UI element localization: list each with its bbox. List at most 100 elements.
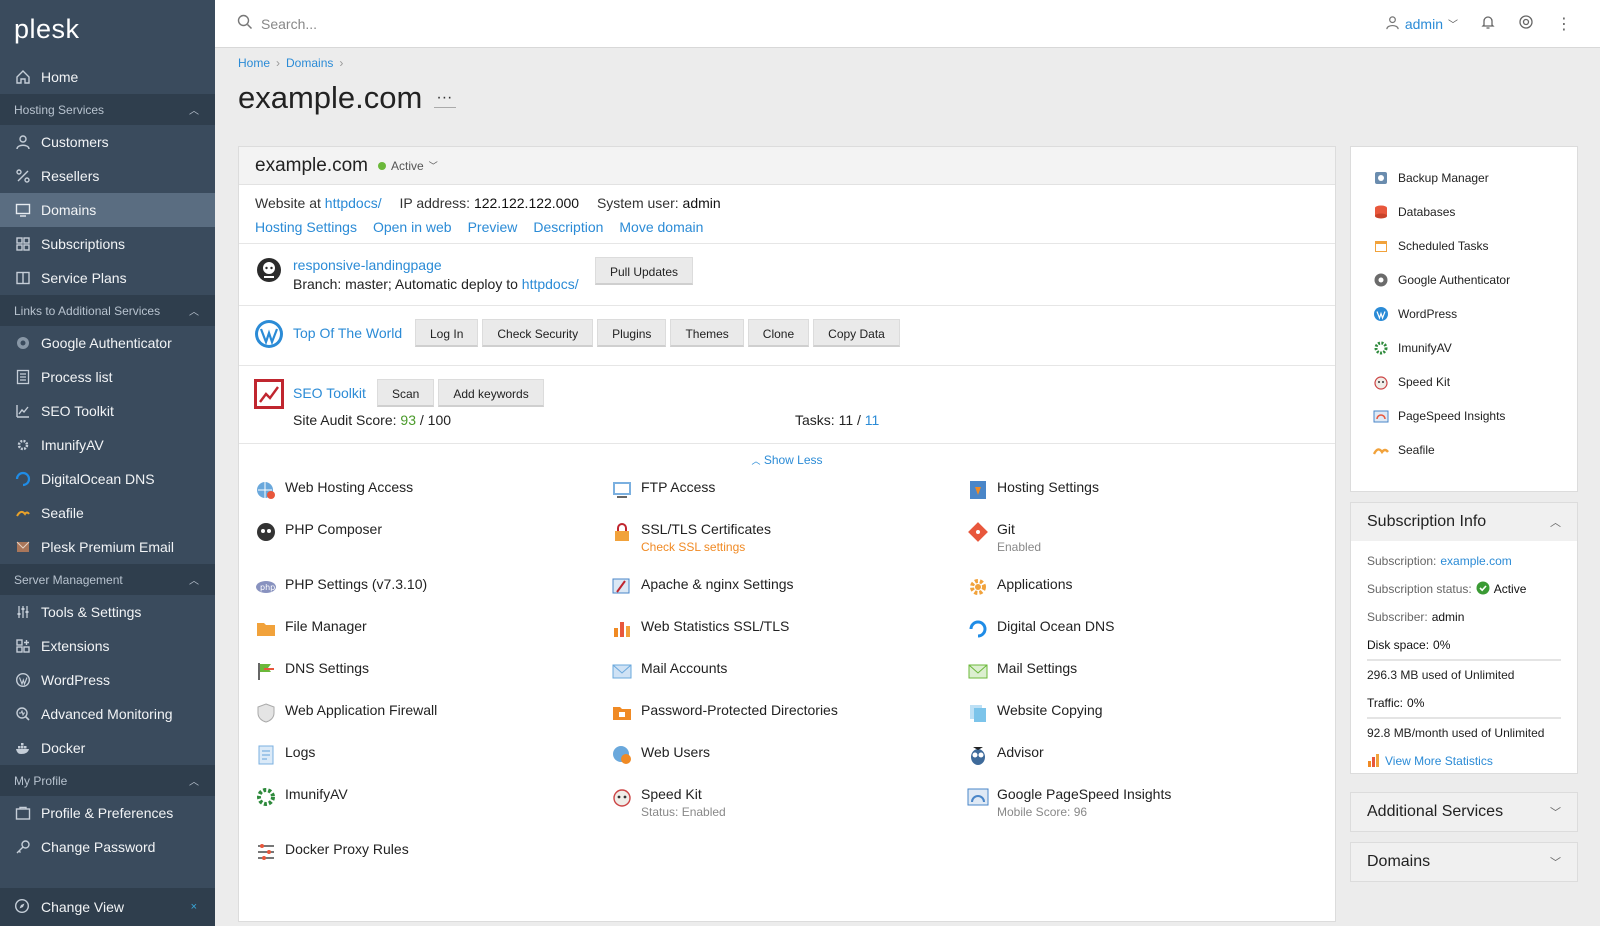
tool-digital-ocean-dns[interactable]: Digital Ocean DNS xyxy=(967,618,1115,640)
nav-advanced-monitoring[interactable]: Advanced Monitoring xyxy=(0,697,215,731)
wp-check-security-button[interactable]: Check Security xyxy=(482,319,594,347)
tool-speed-kit[interactable]: Speed Kit Status: Enabled xyxy=(611,786,726,819)
tool-web-users[interactable]: Web Users xyxy=(611,744,710,766)
domains-panel[interactable]: Domains ﹀ xyxy=(1350,842,1578,882)
ql-speed-kit[interactable]: Speed Kit xyxy=(1373,365,1577,399)
view-more-statistics-link[interactable]: View More Statistics xyxy=(1385,754,1493,768)
help-lifebuoy-icon[interactable] xyxy=(1518,14,1534,33)
collapse-icon[interactable]: × xyxy=(191,901,197,913)
description-link[interactable]: Description xyxy=(533,219,603,235)
wp-copy-data-button[interactable]: Copy Data xyxy=(813,319,900,347)
breadcrumb-domains[interactable]: Domains xyxy=(286,56,333,70)
tool-ftp-access[interactable]: FTP Access xyxy=(611,479,715,501)
nav-group-additional-services[interactable]: Links to Additional Services ︿ xyxy=(0,295,215,326)
wp-themes-button[interactable]: Themes xyxy=(670,319,744,347)
nav-google-authenticator[interactable]: Google Authenticator xyxy=(0,326,215,360)
additional-services-panel[interactable]: Additional Services ﹀ xyxy=(1350,792,1578,832)
page-more-button[interactable]: ··· xyxy=(434,89,457,108)
nav-digitalocean-dns[interactable]: DigitalOcean DNS xyxy=(0,462,215,496)
git-deploy-path-link[interactable]: httpdocs/ xyxy=(522,276,579,292)
tool-apache-nginx-settings[interactable]: Apache & nginx Settings xyxy=(611,576,794,598)
tool-advisor[interactable]: Advisor xyxy=(967,744,1044,766)
domain-status-dropdown[interactable]: Active ﹀ xyxy=(378,159,438,173)
tool-ssl-tls-certificates[interactable]: SSL/TLS Certificates Check SSL settings xyxy=(611,521,771,554)
nav-customers[interactable]: Customers xyxy=(0,125,215,159)
nav-wordpress[interactable]: WordPress xyxy=(0,663,215,697)
change-view-button[interactable]: Change View × xyxy=(0,888,215,926)
subscription-link[interactable]: example.com xyxy=(1440,554,1511,568)
nav-seo-toolkit[interactable]: SEO Toolkit xyxy=(0,394,215,428)
wp-clone-button[interactable]: Clone xyxy=(747,319,810,347)
ql-seafile[interactable]: Seafile xyxy=(1373,433,1577,467)
tool-dns-settings[interactable]: DNS Settings xyxy=(255,660,369,682)
nav-profile-preferences[interactable]: Profile & Preferences xyxy=(0,796,215,830)
tool-applications[interactable]: Applications xyxy=(967,576,1073,598)
pull-updates-button[interactable]: Pull Updates xyxy=(595,257,694,285)
nav-seafile[interactable]: Seafile xyxy=(0,496,215,530)
nav-subscriptions[interactable]: Subscriptions xyxy=(0,227,215,261)
website-path-link[interactable]: httpdocs/ xyxy=(325,195,382,211)
change-view-group: Change View xyxy=(14,898,124,916)
tasks-total-link[interactable]: 11 xyxy=(865,412,880,428)
tool-web-hosting-access[interactable]: Web Hosting Access xyxy=(255,479,413,501)
tool-imunifyav[interactable]: ImunifyAV xyxy=(255,786,348,808)
tool-warning-link[interactable]: Check SSL settings xyxy=(641,540,771,554)
tool-file-manager[interactable]: File Manager xyxy=(255,618,367,640)
nav-group-hosting-services[interactable]: Hosting Services ︿ xyxy=(0,94,215,125)
move-domain-link[interactable]: Move domain xyxy=(619,219,703,235)
more-vertical-icon[interactable]: ⋮ xyxy=(1556,14,1572,34)
git-repo-link[interactable]: responsive-landingpage xyxy=(293,257,442,273)
nav-imunifyav[interactable]: ImunifyAV xyxy=(0,428,215,462)
nav-resellers[interactable]: Resellers xyxy=(0,159,215,193)
search-input[interactable]: Search... xyxy=(261,16,317,32)
ql-google-authenticator[interactable]: Google Authenticator xyxy=(1373,263,1577,297)
nav-extensions[interactable]: Extensions xyxy=(0,629,215,663)
tool-logs[interactable]: Logs xyxy=(255,744,315,766)
tool-php-composer[interactable]: PHP Composer xyxy=(255,521,382,543)
nav-tools-settings[interactable]: Tools & Settings xyxy=(0,595,215,629)
nav-group-my-profile[interactable]: My Profile ︿ xyxy=(0,765,215,796)
ql-backup-manager[interactable]: Backup Manager xyxy=(1373,161,1577,195)
nav-docker[interactable]: Docker xyxy=(0,731,215,765)
ql-pagespeed-insights[interactable]: PageSpeed Insights xyxy=(1373,399,1577,433)
plesk-logo[interactable]: plesk xyxy=(0,0,215,60)
tool-web-application-firewall[interactable]: Web Application Firewall xyxy=(255,702,437,724)
notifications-icon[interactable] xyxy=(1480,14,1496,33)
tool-password-protected-directories[interactable]: Password-Protected Directories xyxy=(611,702,838,724)
hosting-settings-link[interactable]: Hosting Settings xyxy=(255,219,357,235)
seo-add-keywords-button[interactable]: Add keywords xyxy=(438,379,544,407)
nav-domains[interactable]: Domains xyxy=(0,193,215,227)
ql-scheduled-tasks[interactable]: Scheduled Tasks xyxy=(1373,229,1577,263)
seo-toolkit-link[interactable]: SEO Toolkit xyxy=(293,385,366,401)
wordpress-site-link[interactable]: Top Of The World xyxy=(293,325,402,341)
nav-service-plans[interactable]: Service Plans xyxy=(0,261,215,295)
breadcrumb-home[interactable]: Home xyxy=(238,56,270,70)
seo-scan-button[interactable]: Scan xyxy=(377,379,435,407)
nav-process-list[interactable]: Process list xyxy=(0,360,215,394)
wp-plugins-button[interactable]: Plugins xyxy=(597,319,667,347)
tool-git[interactable]: Git Enabled xyxy=(967,521,1041,554)
nav-change-password[interactable]: Change Password xyxy=(0,830,215,864)
nav-plesk-premium-email[interactable]: Plesk Premium Email xyxy=(0,530,215,564)
preview-link[interactable]: Preview xyxy=(468,219,518,235)
wp-login-button[interactable]: Log In xyxy=(415,319,479,347)
tool-mail-settings[interactable]: Mail Settings xyxy=(967,660,1077,682)
search-box[interactable]: Search... xyxy=(237,14,637,33)
ql-databases[interactable]: Databases xyxy=(1373,195,1577,229)
show-less-link[interactable]: ︿ Show Less xyxy=(751,453,822,467)
ql-wordpress[interactable]: WordPress xyxy=(1373,297,1577,331)
tool-hosting-settings[interactable]: Hosting Settings xyxy=(967,479,1099,501)
nav-home[interactable]: Home xyxy=(0,60,215,94)
open-in-web-link[interactable]: Open in web xyxy=(373,219,452,235)
subscription-info-header[interactable]: Subscription Info ︿ xyxy=(1351,503,1577,541)
tool-docker-proxy-rules[interactable]: Docker Proxy Rules xyxy=(255,841,409,863)
tool-google-pagespeed-insights[interactable]: Google PageSpeed Insights Mobile Score: 9… xyxy=(967,786,1171,819)
ql-imunifyav[interactable]: ImunifyAV xyxy=(1373,331,1577,365)
user-menu[interactable]: admin ﹀ xyxy=(1385,15,1458,33)
tool-php-settings-v7-3-10[interactable]: php PHP Settings (v7.3.10) xyxy=(255,576,427,598)
nav-label: Tools & Settings xyxy=(41,604,142,620)
tool-mail-accounts[interactable]: Mail Accounts xyxy=(611,660,727,682)
tool-website-copying[interactable]: Website Copying xyxy=(967,702,1103,724)
nav-group-server-management[interactable]: Server Management ︿ xyxy=(0,564,215,595)
tool-web-statistics-ssl-tls[interactable]: Web Statistics SSL/TLS xyxy=(611,618,789,640)
